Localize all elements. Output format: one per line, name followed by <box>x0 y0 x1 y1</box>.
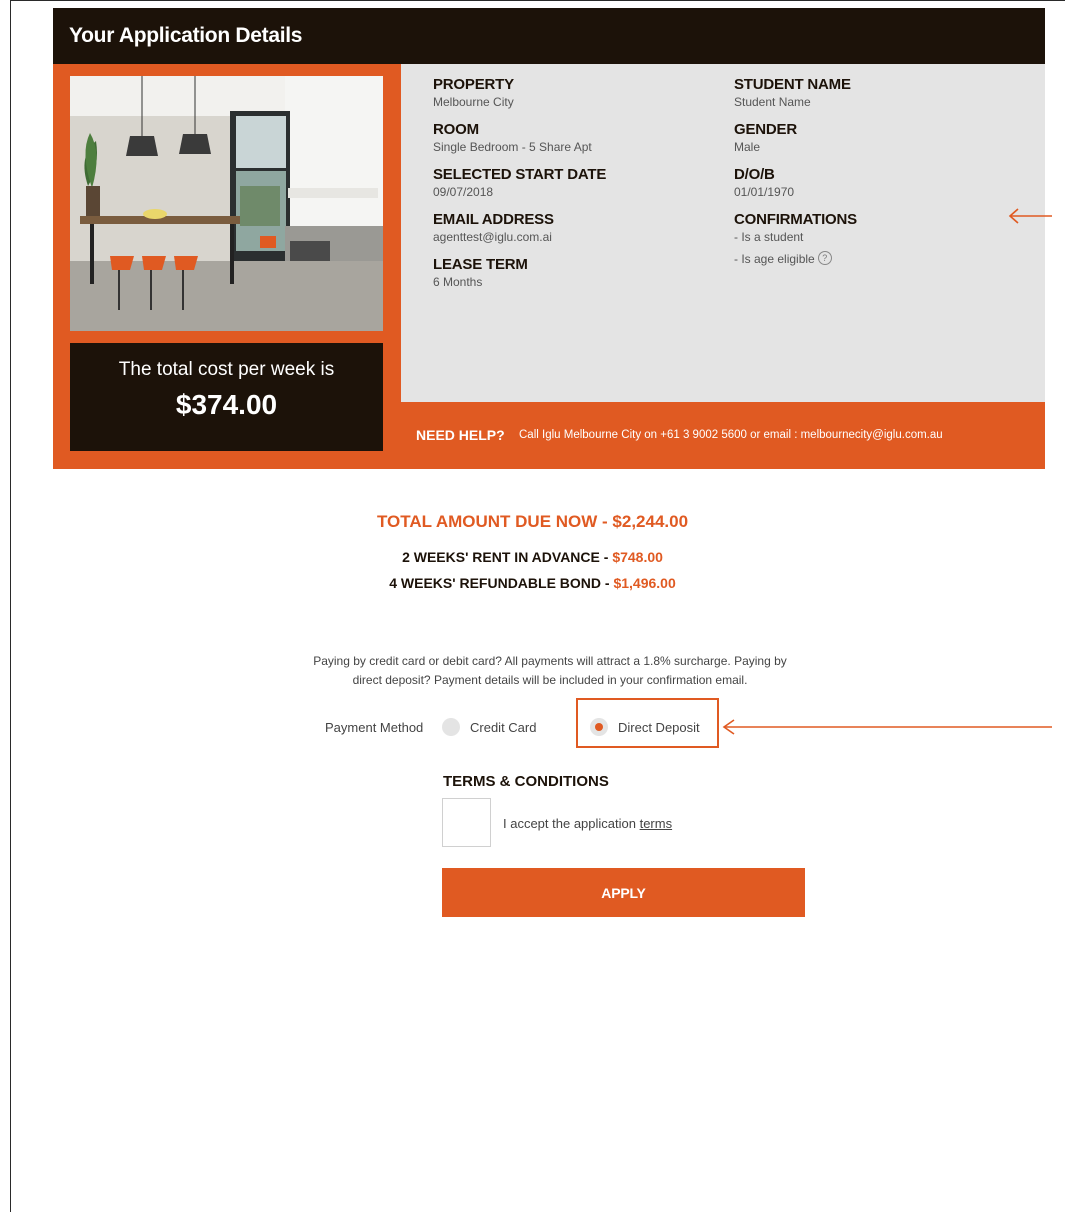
field-student-name: STUDENT NAME Student Name <box>734 76 857 110</box>
field-label: GENDER <box>734 121 797 138</box>
page-title: Your Application Details <box>69 24 303 47</box>
help-label: NEED HELP? <box>416 427 505 443</box>
field-start-date: SELECTED START DATE 09/07/2018 <box>433 166 606 200</box>
payment-method-label: Payment Method <box>325 720 424 735</box>
direct-deposit-label[interactable]: Direct Deposit <box>618 720 700 735</box>
confirmation-age-text: - Is age eligible <box>734 252 815 266</box>
rent-amount: $748.00 <box>612 549 663 565</box>
annotation-arrow-icon <box>1008 208 1052 224</box>
details-column-right: STUDENT NAME Student Name GENDER Male D/… <box>734 76 857 278</box>
field-value: 01/01/1970 <box>734 185 795 199</box>
details-panel: PROPERTY Melbourne City ROOM Single Bedr… <box>401 64 1045 402</box>
rent-label: 2 WEEKS' RENT IN ADVANCE - <box>402 549 613 565</box>
property-photo <box>70 76 383 331</box>
payment-notice: Paying by credit card or debit card? All… <box>280 652 820 690</box>
rent-in-advance: 2 WEEKS' RENT IN ADVANCE - $748.00 <box>0 549 1065 565</box>
field-label: STUDENT NAME <box>734 76 851 93</box>
field-value: agenttest@iglu.com.ai <box>433 230 552 244</box>
field-value: Melbourne City <box>433 95 514 109</box>
weekly-cost-value: $374.00 <box>175 389 278 420</box>
notice-line-2: direct deposit? Payment details will be … <box>352 673 748 687</box>
bond-amount: $1,496.00 <box>613 575 676 591</box>
field-label: EMAIL ADDRESS <box>433 211 554 228</box>
field-value: Single Bedroom - 5 Share Apt <box>433 140 592 154</box>
apply-button[interactable]: APPLY <box>442 868 805 917</box>
field-label: SELECTED START DATE <box>433 166 607 183</box>
kitchen-image <box>70 76 383 331</box>
weekly-cost-label: The total cost per week is <box>118 359 335 380</box>
direct-deposit-radio[interactable] <box>590 718 608 736</box>
weekly-cost-box: The total cost per week is $374.00 <box>70 343 383 451</box>
field-gender: GENDER Male <box>734 121 857 155</box>
field-email: EMAIL ADDRESS agenttest@iglu.com.ai <box>433 211 606 245</box>
notice-line-1: Paying by credit card or debit card? All… <box>313 654 787 668</box>
property-panel: The total cost per week is $374.00 <box>53 64 401 469</box>
field-label: CONFIRMATIONS <box>734 211 857 228</box>
accept-terms-label: I accept the application terms <box>503 816 672 831</box>
annotation-arrow-icon <box>722 719 1052 735</box>
application-details-card: Your Application Details The total cost … <box>53 8 1045 469</box>
accept-terms-text: I accept the application <box>503 816 640 831</box>
confirmation-student: - Is a student <box>734 230 804 244</box>
field-value: 09/07/2018 <box>433 185 494 199</box>
field-dob: D/O/B 01/01/1970 <box>734 166 857 200</box>
help-bar: NEED HELP? Call Iglu Melbourne City on +… <box>401 402 1045 469</box>
help-contact-text: Call Iglu Melbourne City on +61 3 9002 5… <box>519 429 943 441</box>
field-property: PROPERTY Melbourne City <box>433 76 606 110</box>
field-lease-term: LEASE TERM 6 Months <box>433 256 606 290</box>
field-value: Student Name <box>734 95 811 109</box>
refundable-bond: 4 WEEKS' REFUNDABLE BOND - $1,496.00 <box>0 575 1065 591</box>
field-label: ROOM <box>433 121 479 138</box>
help-icon[interactable]: ? <box>817 251 832 265</box>
field-value: Male <box>734 140 761 154</box>
field-room: ROOM Single Bedroom - 5 Share Apt <box>433 121 606 155</box>
field-value: 6 Months <box>433 275 483 289</box>
total-amount-due: TOTAL AMOUNT DUE NOW - $2,244.00 <box>376 512 689 531</box>
field-label: LEASE TERM <box>433 256 528 273</box>
credit-card-radio[interactable] <box>442 718 460 736</box>
confirmation-age: - Is age eligible? <box>734 251 857 267</box>
field-label: PROPERTY <box>433 76 514 93</box>
card-header: Your Application Details <box>53 8 1045 64</box>
terms-link[interactable]: terms <box>640 816 673 831</box>
bond-label: 4 WEEKS' REFUNDABLE BOND - <box>389 575 614 591</box>
credit-card-label[interactable]: Credit Card <box>470 720 536 735</box>
field-label: D/O/B <box>734 166 775 183</box>
field-confirmations: CONFIRMATIONS - Is a student - Is age el… <box>734 211 857 267</box>
details-column-left: PROPERTY Melbourne City ROOM Single Bedr… <box>433 76 606 301</box>
accept-terms-checkbox[interactable] <box>442 798 491 847</box>
terms-title: TERMS & CONDITIONS <box>443 773 609 790</box>
